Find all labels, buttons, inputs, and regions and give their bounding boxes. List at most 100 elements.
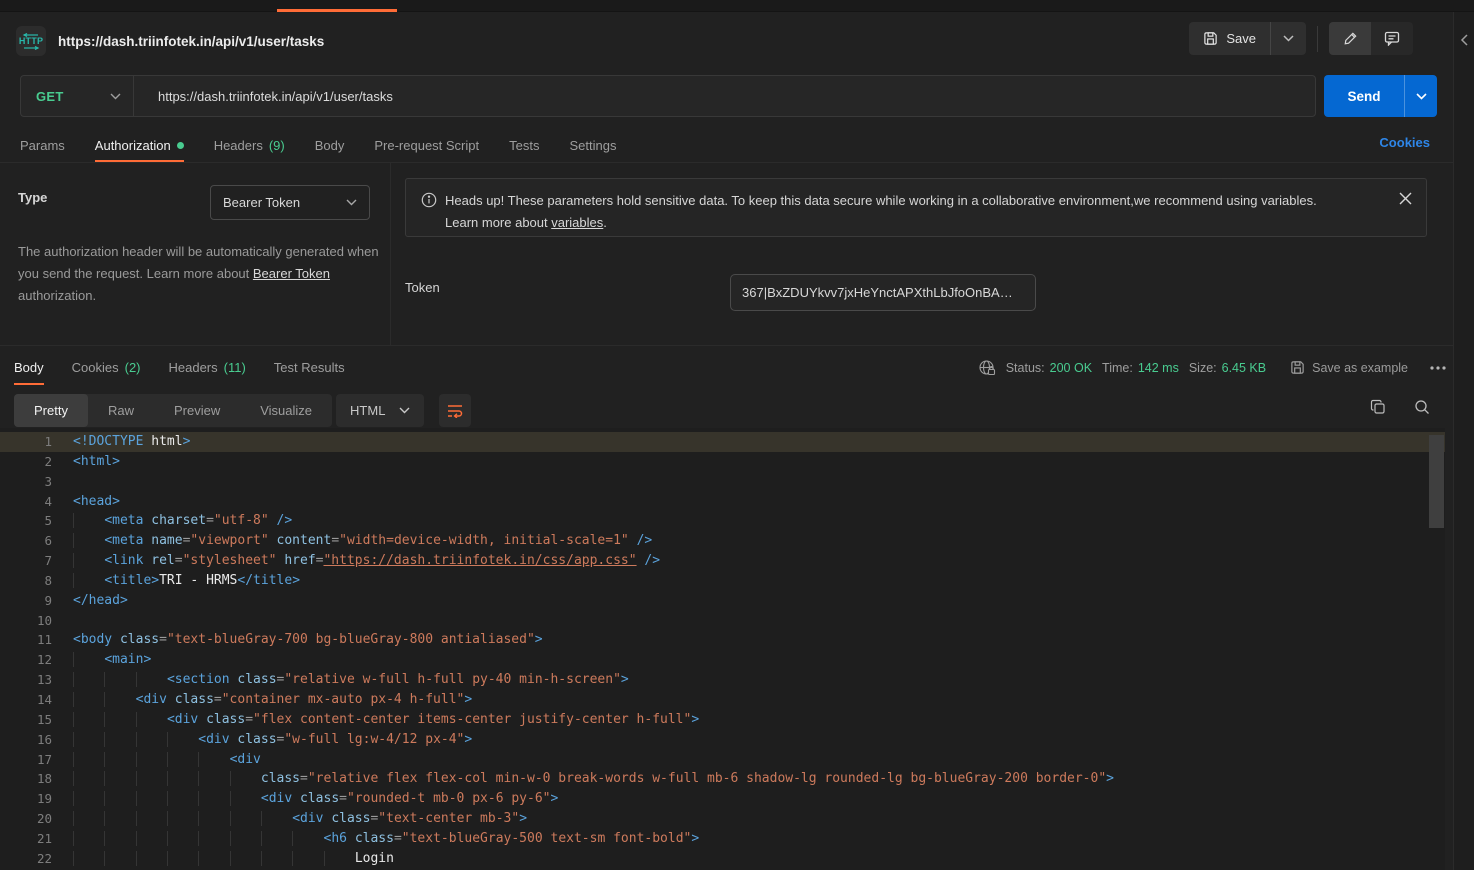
code-content: 1<!DOCTYPE html>2<html>34<head>5 <meta c… bbox=[0, 432, 1445, 869]
auth-type-label: Type bbox=[18, 190, 47, 205]
request-url-bar: GET https://dash.triinfotek.in/api/v1/us… bbox=[20, 75, 1316, 117]
code-line: 20 <div class="text-center mb-3"> bbox=[0, 809, 1445, 829]
comment-icon bbox=[1384, 31, 1400, 46]
cookies-link[interactable]: Cookies bbox=[1379, 135, 1430, 150]
info-icon bbox=[421, 192, 437, 208]
tab-headers[interactable]: Headers(9) bbox=[214, 128, 285, 162]
close-icon[interactable] bbox=[1399, 192, 1412, 205]
view-mode-control: Pretty Raw Preview Visualize bbox=[14, 394, 332, 427]
variables-link[interactable]: variables bbox=[551, 215, 603, 230]
auth-type-pane: Type Bearer Token The authorization head… bbox=[0, 163, 391, 345]
header-divider bbox=[1317, 26, 1318, 52]
code-line: 21 <h6 class="text-blueGray-500 text-sm … bbox=[0, 829, 1445, 849]
method-label: GET bbox=[36, 89, 64, 104]
save-button[interactable]: Save bbox=[1189, 22, 1270, 55]
view-tab-preview[interactable]: Preview bbox=[154, 394, 240, 427]
line-number: 14 bbox=[0, 690, 52, 710]
response-tab-test-results[interactable]: Test Results bbox=[274, 351, 345, 385]
line-number: 10 bbox=[0, 611, 52, 631]
tab-authorization[interactable]: Authorization bbox=[95, 128, 184, 162]
network-icon[interactable] bbox=[978, 359, 996, 377]
code-line: 16 <div class="w-full lg:w-4/12 px-4"> bbox=[0, 730, 1445, 750]
top-tab-strip bbox=[0, 0, 1474, 12]
right-sidebar-rail bbox=[1453, 12, 1474, 870]
status-badge: Status:200 OK bbox=[1006, 361, 1092, 375]
line-number: 21 bbox=[0, 829, 52, 849]
chevron-down-icon bbox=[346, 199, 357, 206]
token-label: Token bbox=[405, 280, 440, 295]
code-line: 7 <link rel="stylesheet" href="https://d… bbox=[0, 551, 1445, 571]
tab-params[interactable]: Params bbox=[20, 128, 65, 162]
size-badge: Size:6.45 KB bbox=[1189, 361, 1266, 375]
line-number: 22 bbox=[0, 849, 52, 869]
auth-description: The authorization header will be automat… bbox=[18, 241, 380, 307]
line-number: 7 bbox=[0, 551, 52, 571]
save-icon bbox=[1203, 31, 1218, 46]
request-tabs: Params Authorization Headers(9) Body Pre… bbox=[20, 128, 616, 162]
response-body-editor[interactable]: 1<!DOCTYPE html>2<html>34<head>5 <meta c… bbox=[0, 428, 1445, 870]
tab-settings[interactable]: Settings bbox=[569, 128, 616, 162]
view-tab-visualize[interactable]: Visualize bbox=[240, 394, 332, 427]
code-line: 15 <div class="flex content-center items… bbox=[0, 710, 1445, 730]
code-line: 9</head> bbox=[0, 591, 1445, 611]
line-number: 11 bbox=[0, 630, 52, 650]
response-tab-body[interactable]: Body bbox=[14, 351, 44, 385]
method-selector[interactable]: GET bbox=[21, 89, 133, 104]
line-number: 1 bbox=[0, 432, 52, 452]
rename-button[interactable] bbox=[1329, 22, 1371, 55]
wrap-line-button[interactable] bbox=[439, 394, 471, 427]
line-number: 20 bbox=[0, 809, 52, 829]
line-number: 12 bbox=[0, 650, 52, 670]
more-options-icon[interactable] bbox=[1430, 366, 1446, 370]
tab-tests[interactable]: Tests bbox=[509, 128, 539, 162]
code-line: 10 bbox=[0, 611, 1445, 631]
pencil-icon bbox=[1343, 31, 1358, 46]
auth-type-select[interactable]: Bearer Token bbox=[210, 185, 370, 220]
response-tab-headers[interactable]: Headers(11) bbox=[169, 351, 246, 385]
view-tab-raw[interactable]: Raw bbox=[88, 394, 154, 427]
view-tab-pretty[interactable]: Pretty bbox=[14, 394, 88, 427]
banner-text: Heads up! These parameters hold sensitiv… bbox=[445, 190, 1385, 234]
response-meta: Status:200 OK Time:142 ms Size:6.45 KB S… bbox=[978, 351, 1446, 384]
code-line: 5 <meta charset="utf-8" /> bbox=[0, 511, 1445, 531]
search-icon[interactable] bbox=[1414, 399, 1430, 415]
code-line: 12 <main> bbox=[0, 650, 1445, 670]
request-header: HTTP https://dash.triinfotek.in/api/v1/u… bbox=[0, 12, 1453, 70]
send-dropdown-button[interactable] bbox=[1405, 93, 1437, 100]
response-view-row: Pretty Raw Preview Visualize HTML bbox=[14, 394, 471, 427]
send-button[interactable]: Send bbox=[1324, 89, 1404, 104]
save-button-label: Save bbox=[1226, 31, 1256, 46]
editor-scrollbar[interactable] bbox=[1429, 435, 1444, 528]
response-tab-cookies[interactable]: Cookies(2) bbox=[72, 351, 141, 385]
format-select[interactable]: HTML bbox=[336, 394, 424, 427]
code-line: 8 <title>TRI - HRMS</title> bbox=[0, 571, 1445, 591]
code-line: 11<body class="text-blueGray-700 bg-blue… bbox=[0, 630, 1445, 650]
save-icon bbox=[1290, 360, 1305, 375]
edit-comment-group bbox=[1329, 22, 1413, 55]
line-number: 17 bbox=[0, 750, 52, 770]
line-number: 5 bbox=[0, 511, 52, 531]
line-number: 18 bbox=[0, 769, 52, 789]
send-button-group: Send bbox=[1324, 75, 1437, 117]
response-divider bbox=[0, 345, 1453, 346]
code-line: 3 bbox=[0, 472, 1445, 492]
copy-icon[interactable] bbox=[1370, 399, 1386, 415]
code-line: 14 <div class="container mx-auto px-4 h-… bbox=[0, 690, 1445, 710]
tab-body[interactable]: Body bbox=[315, 128, 345, 162]
comment-button[interactable] bbox=[1371, 22, 1413, 55]
http-method-icon: HTTP bbox=[16, 26, 46, 56]
save-as-example-button[interactable]: Save as example bbox=[1290, 360, 1408, 375]
token-input[interactable]: 367|BxZDUYkvv7jxHeYnctAPXthLbJfoOnBA… bbox=[730, 274, 1036, 311]
url-input[interactable]: https://dash.triinfotek.in/api/v1/user/t… bbox=[134, 89, 1315, 104]
bearer-token-link[interactable]: Bearer Token bbox=[253, 266, 330, 281]
code-line: 2<html> bbox=[0, 452, 1445, 472]
line-number: 16 bbox=[0, 730, 52, 750]
tab-pre-request-script[interactable]: Pre-request Script bbox=[374, 128, 479, 162]
code-line: 18 class="relative flex flex-col min-w-0… bbox=[0, 769, 1445, 789]
line-number: 8 bbox=[0, 571, 52, 591]
collapse-sidebar-icon[interactable] bbox=[1460, 34, 1469, 46]
save-dropdown-button[interactable] bbox=[1271, 22, 1306, 55]
chevron-down-icon bbox=[399, 407, 410, 414]
code-line: 4<head> bbox=[0, 492, 1445, 512]
code-line: 1<!DOCTYPE html> bbox=[0, 432, 1445, 452]
